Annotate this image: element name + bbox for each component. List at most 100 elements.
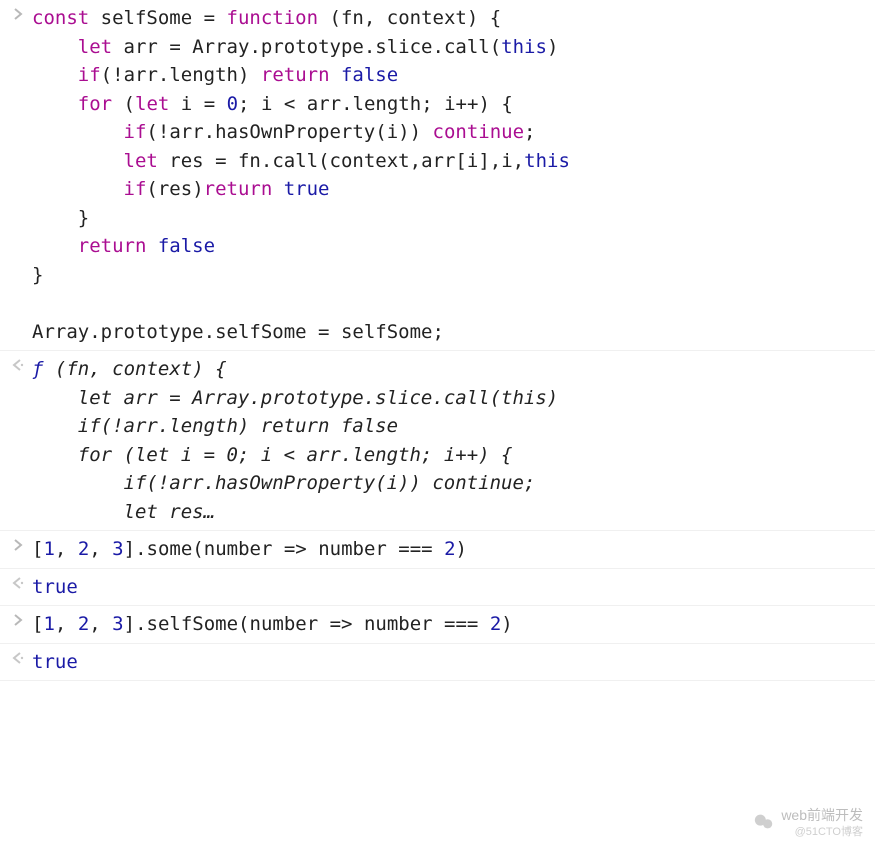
token-pl: { — [501, 93, 512, 115]
token-sp — [387, 538, 398, 560]
token-kw: return — [78, 235, 147, 257]
token-pl: , — [410, 150, 421, 172]
token-sp — [330, 64, 341, 86]
token-sp — [433, 93, 444, 115]
token-sp — [158, 150, 169, 172]
token-op: = — [215, 150, 226, 172]
token-sp — [181, 36, 192, 58]
token-pl: , — [89, 613, 100, 635]
token-sp — [352, 613, 363, 635]
token-bl: true — [284, 178, 330, 200]
result-icon — [11, 358, 25, 372]
code-body[interactable]: ƒ (fn, context) { let arr = Array.protot… — [32, 355, 869, 526]
token-kw: let — [124, 150, 158, 172]
token-sp — [478, 613, 489, 635]
token-pl: . — [204, 121, 215, 143]
token-bl: this — [524, 150, 570, 172]
token-sp — [433, 538, 444, 560]
token-pl: } — [78, 207, 89, 229]
console-output-entry: true — [0, 569, 875, 607]
token-kw: function — [227, 7, 319, 29]
watermark-sub: @51CTO博客 — [781, 823, 863, 839]
console-input-entry: const selfSome = function (fn, context) … — [0, 0, 875, 351]
wechat-icon — [753, 811, 775, 833]
token-sp — [43, 358, 54, 380]
token-pl: ( — [146, 121, 157, 143]
token-pl: ) — [501, 613, 512, 635]
token-pl: arr — [124, 36, 158, 58]
token-bl: false — [341, 64, 398, 86]
result-icon — [11, 576, 25, 590]
token-sp — [227, 150, 238, 172]
token-op: = — [204, 7, 215, 29]
token-it: fn — [66, 358, 89, 380]
code-body[interactable]: [1, 2, 3].some(number => number === 2) — [32, 535, 869, 564]
token-sp — [250, 93, 261, 115]
token-pl: number — [318, 538, 387, 560]
console-log: const selfSome = function (fn, context) … — [0, 0, 875, 681]
code-body[interactable]: const selfSome = function (fn, context) … — [32, 4, 869, 346]
token-sp — [478, 7, 489, 29]
token-pl: prototype — [261, 36, 364, 58]
gutter — [4, 535, 32, 552]
token-pl: . — [433, 36, 444, 58]
token-it: for (let i = 0; i < arr.length; i++) { — [78, 444, 513, 466]
token-sp — [215, 93, 226, 115]
token-pl: ( — [192, 538, 203, 560]
token-pl: ( — [490, 36, 501, 58]
token-pl: } — [32, 264, 43, 286]
console-output-entry: ƒ (fn, context) { let arr = Array.protot… — [0, 351, 875, 531]
token-op: === — [398, 538, 432, 560]
token-bl: 2 — [78, 613, 89, 635]
console-input-entry: [1, 2, 3].some(number => number === 2) — [0, 531, 875, 569]
token-pl: [ — [455, 150, 466, 172]
token-bl: this — [501, 36, 547, 58]
token-pl: call — [444, 36, 490, 58]
code-body[interactable]: true — [32, 573, 869, 602]
token-sp — [421, 121, 432, 143]
token-pl: ( — [238, 613, 249, 635]
token-sp — [375, 7, 386, 29]
watermark-main: web前端开发 — [781, 807, 863, 823]
gutter — [4, 610, 32, 627]
token-bl: false — [158, 235, 215, 257]
token-pl: . — [249, 36, 260, 58]
code-body[interactable]: true — [32, 648, 869, 677]
token-pl: i — [467, 150, 478, 172]
gutter — [4, 355, 32, 372]
token-kw: let — [135, 93, 169, 115]
gutter — [4, 573, 32, 590]
token-it: let res… — [124, 501, 216, 523]
token-pl: selfSome — [215, 321, 307, 343]
token-it: if(!arr.hasOwnProperty(i)) continue; — [124, 472, 536, 494]
token-sp — [101, 538, 112, 560]
token-sp — [490, 93, 501, 115]
token-bl: 1 — [43, 538, 54, 560]
token-pl: ) — [456, 538, 467, 560]
token-pl: , — [490, 150, 501, 172]
token-pl: . — [89, 321, 100, 343]
token-pl: ( — [124, 93, 135, 115]
token-pl: length — [353, 93, 422, 115]
token-sp — [307, 321, 318, 343]
token-pl: . — [261, 150, 272, 172]
code-body[interactable]: [1, 2, 3].selfSome(number => number === … — [32, 610, 869, 639]
token-kw: return — [261, 64, 330, 86]
token-sp — [89, 7, 100, 29]
token-sp — [112, 36, 123, 58]
token-sp — [272, 93, 283, 115]
console-output-entry: true — [0, 644, 875, 682]
token-sp — [169, 93, 180, 115]
token-pl: , — [89, 538, 100, 560]
token-pl: ; — [238, 93, 249, 115]
token-pl: ] — [124, 538, 135, 560]
token-pl: fn — [341, 7, 364, 29]
token-kw: if — [124, 178, 147, 200]
token-sp — [433, 613, 444, 635]
token-op: = — [204, 93, 215, 115]
token-sp — [32, 387, 78, 409]
token-op: => — [330, 613, 353, 635]
token-it: ) — [192, 358, 203, 380]
token-bl: 3 — [112, 613, 123, 635]
token-pl: hasOwnProperty — [215, 121, 375, 143]
